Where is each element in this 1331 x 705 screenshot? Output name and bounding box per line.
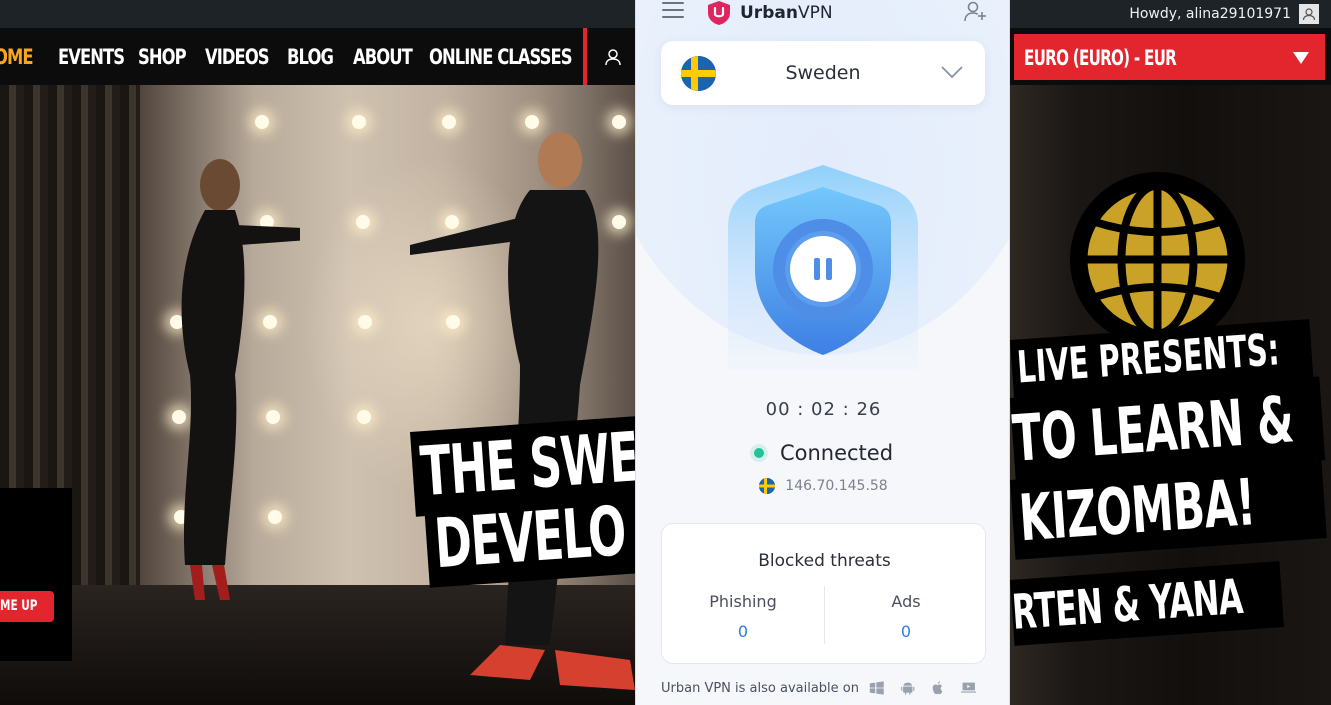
apple-icon[interactable]	[930, 679, 946, 697]
desktop-icon[interactable]	[960, 679, 977, 697]
brand-light: VPN	[797, 3, 833, 23]
country-selector[interactable]: Sweden	[661, 41, 985, 105]
windows-icon[interactable]	[869, 679, 885, 697]
ads-count: 0	[900, 622, 912, 641]
currency-label: EURO (EURO) - EUR	[1024, 46, 1177, 70]
globe-logo	[1070, 172, 1245, 347]
urban-shield-icon	[708, 1, 730, 25]
connection-timer: 00 : 02 : 26	[765, 399, 882, 420]
hero-headline: THE SWE DEVELO	[410, 415, 635, 612]
dancer-man	[410, 132, 635, 690]
pause-icon	[790, 236, 856, 302]
hero-image-right: LIVE PRESENTS: TO LEARN & KIZOMBA! RTEN …	[1010, 85, 1331, 705]
signup-button-label: ME UP	[0, 598, 38, 614]
nav-item-about[interactable]: ABOUT	[353, 45, 413, 69]
signup-button[interactable]: ME UP	[0, 591, 54, 622]
caret-down-icon	[1293, 52, 1309, 64]
sweden-flag-icon	[759, 478, 776, 494]
nav-item-events[interactable]: EVENTS	[58, 45, 125, 69]
howdy-text: Howdy, alina29101971	[1129, 6, 1291, 22]
country-name: Sweden	[785, 62, 861, 84]
nav-item-videos[interactable]: VIDEOS	[205, 45, 270, 69]
vpn-header: UrbanVPN	[636, 0, 1009, 28]
blocked-threats-card: Blocked threats Phishing 0 Ads 0	[661, 523, 986, 664]
android-icon[interactable]	[900, 679, 916, 697]
status-label: Connected	[779, 441, 894, 465]
site-navigation: OME EVENTS SHOP VIDEOS BLOG ABOUT ONLINE…	[0, 28, 635, 85]
globe-icon	[1079, 181, 1236, 338]
currency-bar: EURO (EURO) - EUR	[1010, 28, 1331, 85]
event-line-3: KIZOMBA!	[1016, 466, 1258, 557]
nav-item-home[interactable]: OME	[0, 45, 34, 69]
add-user-icon[interactable]	[963, 0, 987, 22]
user-icon	[1302, 8, 1316, 21]
ip-address: 146.70.145.58	[785, 478, 888, 494]
urban-vpn-logo: UrbanVPN	[706, 0, 833, 26]
chevron-down-icon	[941, 66, 963, 79]
nav-item-blog[interactable]: BLOG	[287, 45, 334, 69]
phishing-count: 0	[737, 622, 749, 641]
phishing-stat: Phishing 0	[662, 592, 824, 641]
brand-bold: Urban	[740, 3, 798, 23]
menu-icon[interactable]	[662, 2, 684, 18]
hero-image-left: ME UP THE SWE DEVELO	[0, 85, 635, 705]
dancer-woman	[181, 159, 300, 600]
blocked-threats-title: Blocked threats	[758, 551, 891, 571]
phishing-label: Phishing	[709, 592, 777, 611]
event-line-4: RTEN & YANA	[1010, 568, 1245, 641]
vpn-popup: UrbanVPN Sweden 00: 02: 26 Connected 1…	[635, 0, 1010, 705]
pause-button[interactable]	[773, 219, 873, 319]
headline-line-2: DEVELO	[432, 492, 628, 585]
ip-address-row: 146.70.145.58	[636, 478, 1009, 494]
promo-box	[0, 488, 72, 661]
connection-status: Connected	[636, 439, 1009, 467]
ads-stat: Ads 0	[825, 592, 987, 641]
nav-separator	[583, 28, 587, 85]
account-menu[interactable]: Howdy, alina29101971	[1129, 0, 1319, 28]
status-dot	[753, 448, 764, 458]
currency-selector[interactable]: EURO (EURO) - EUR	[1014, 34, 1325, 80]
nav-item-shop[interactable]: SHOP	[138, 45, 187, 69]
ads-label: Ads	[891, 592, 921, 611]
available-on-text: Urban VPN is also available on	[661, 680, 859, 696]
platforms-row: Urban VPN is also available on	[661, 676, 991, 700]
user-icon[interactable]	[603, 47, 623, 67]
avatar	[1299, 4, 1319, 24]
nav-item-online-classes[interactable]: ONLINE CLASSES	[429, 45, 573, 69]
